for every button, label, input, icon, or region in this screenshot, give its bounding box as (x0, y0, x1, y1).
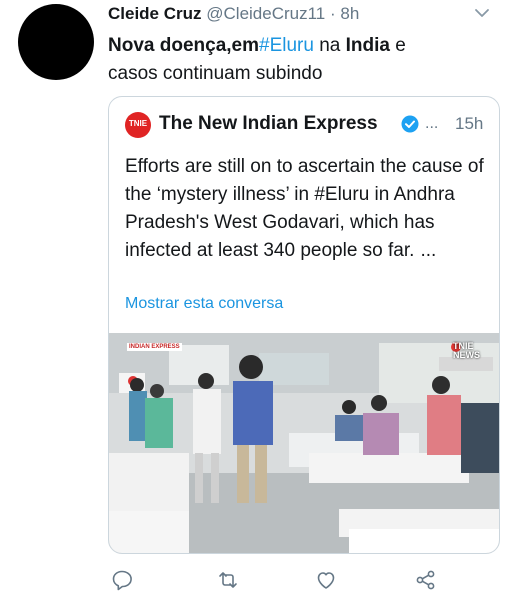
retweet-icon[interactable] (216, 568, 240, 592)
hospital-ward-photo (109, 333, 499, 553)
tweet-text-line2: casos continuam subindo (108, 63, 323, 84)
publisher-logo[interactable]: TNIE (125, 112, 151, 138)
media-watermark: TNIE NEWS (453, 341, 480, 360)
quoted-tweet-ellipsis: ... (420, 240, 437, 261)
tweet-text-doenca: doença,em (159, 35, 260, 56)
tweet-text-nova: Nova (108, 35, 155, 56)
verified-badge-icon (401, 115, 419, 133)
hashtag-link[interactable]: #Eluru (259, 35, 314, 56)
quoted-tweet-media[interactable]: INDIAN EXPRESS TNIE NEWS (109, 333, 499, 553)
tweet-time[interactable]: 8h (340, 4, 359, 23)
tweet-actions (108, 566, 500, 594)
quoted-tweet-text: Efforts are still on to ascertain the ca… (125, 153, 485, 265)
quoted-author-handle[interactable]: ... (425, 115, 438, 133)
quoted-tweet-time[interactable]: 15h (455, 114, 483, 134)
tweet-text-na: na (319, 35, 341, 56)
separator-dot: · (330, 4, 336, 23)
like-icon[interactable] (314, 568, 338, 592)
tweet-text-india: India (345, 35, 390, 56)
tweet-header: Cleide Cruz @CleideCruz11 · 8h (108, 4, 503, 26)
author-handle[interactable]: @CleideCruz11 (206, 4, 325, 23)
publisher-logo-text: TNIE (128, 119, 148, 128)
avatar[interactable] (18, 4, 94, 80)
quoted-tweet-header: TNIE The New Indian Express ... 15h (125, 111, 489, 138)
quoted-tweet[interactable]: TNIE The New Indian Express ... 15h Effo… (108, 96, 500, 554)
show-thread-link[interactable]: Mostrar esta conversa (125, 295, 283, 313)
tweet-text-e: e (395, 35, 406, 56)
tweet-text: Nova doença,em#Eluru na India e casos co… (108, 32, 468, 88)
chevron-down-icon[interactable] (473, 6, 491, 20)
share-icon[interactable] (414, 568, 438, 592)
quoted-author-name[interactable]: The New Indian Express (159, 113, 378, 135)
author-name[interactable]: Cleide Cruz (108, 4, 202, 23)
media-badge: INDIAN EXPRESS (127, 343, 182, 351)
reply-icon[interactable] (110, 568, 134, 592)
